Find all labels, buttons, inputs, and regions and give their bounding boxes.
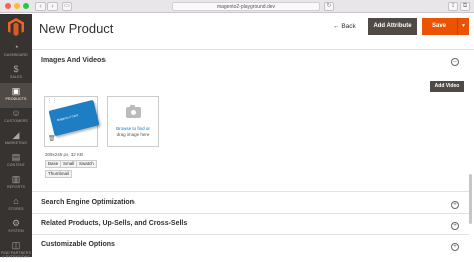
share-icon[interactable]: ⇪ <box>448 2 458 11</box>
drag-handle-icon[interactable]: ⋮⋮ <box>47 98 57 104</box>
sidebar-item-label: PRODUCTS <box>5 97 27 101</box>
section-divider <box>32 191 469 192</box>
browser-toolbar: ‹ › ▭ magento2-playground.dev ↻ ⇪ ⧉ <box>0 0 474 13</box>
save-label: Save <box>432 23 447 29</box>
sidebar-item-label: FIND PARTNERS & EXTENSIONS <box>1 251 31 259</box>
sidebar-toggle-icon[interactable]: ▭ <box>62 2 72 11</box>
sidebar-item-label: CUSTOMERS <box>4 119 28 123</box>
chevron-down-icon[interactable]: ▼ <box>457 18 469 35</box>
expand-icon[interactable]: + <box>451 222 459 230</box>
browse-link[interactable]: Browse to find or <box>108 126 158 131</box>
address-bar[interactable]: magento2-playground.dev <box>172 2 320 11</box>
product-image-thumbnail[interactable]: ⋮⋮ Magento 2 Card 🗑 <box>44 96 100 147</box>
role-tag-base: Base <box>45 160 62 168</box>
tabs-icon[interactable]: ⧉ <box>460 2 470 11</box>
section-divider <box>32 234 469 235</box>
collapse-icon[interactable]: – <box>451 58 459 66</box>
image-uploader-dropzone[interactable]: Browse to find or drag image here <box>107 96 159 147</box>
header-divider <box>32 49 474 50</box>
back-button[interactable]: ← Back <box>333 23 356 30</box>
sidebar-item-label: STORES <box>8 207 24 211</box>
camera-icon <box>126 105 141 118</box>
sidebar-item-label: REPORTS <box>6 185 25 189</box>
image-meta: 309x245 px, 32 KB <box>45 152 84 157</box>
browser-back-icon[interactable]: ‹ <box>35 2 46 11</box>
section-title-seo[interactable]: Search Engine Optimization <box>41 199 134 206</box>
person-icon: ☺ <box>11 108 21 118</box>
role-tag-swatch: Swatch <box>76 160 97 168</box>
layout-icon: ▤ <box>11 152 21 162</box>
sidebar-item-label: MARKETING <box>4 141 28 145</box>
section-divider <box>32 213 469 214</box>
magento-logo-icon[interactable] <box>8 18 24 36</box>
expand-icon[interactable]: + <box>451 243 459 251</box>
sidebar-item-label: DASHBOARD <box>4 53 28 57</box>
cube-icon: ▣ <box>11 86 21 96</box>
sidebar-item-label: SALES <box>9 75 23 79</box>
megaphone-icon: ◢ <box>12 130 20 140</box>
trash-icon[interactable]: 🗑 <box>48 135 56 142</box>
role-tag-thumbnail: Thumbnail <box>45 170 73 178</box>
drag-hint: drag image here <box>116 132 150 137</box>
admin-sidebar: ◔ DASHBOARD $ SALES ▣ PRODUCTS ☺ CUSTOMERS ◢ MARK… <box>0 14 32 259</box>
pencil-icon[interactable]: ✎ <box>102 57 107 64</box>
save-button[interactable]: Save ▼ <box>422 18 469 35</box>
card-caption: Magento 2 Card <box>56 113 79 123</box>
sidebar-item-find[interactable]: ◫ FIND PARTNERS & EXTENSIONS <box>0 237 32 262</box>
arrow-left-icon: ← <box>333 23 340 30</box>
sidebar-item-label: CONTENT <box>6 163 26 167</box>
maximize-window-icon[interactable] <box>23 3 29 9</box>
close-window-icon[interactable] <box>5 3 11 9</box>
dollar-icon: $ <box>13 64 19 74</box>
pencil-icon[interactable]: ✎ <box>131 199 136 206</box>
gear-icon: ⚙ <box>11 218 21 228</box>
sidebar-item-label: SYSTEM <box>8 229 24 233</box>
page-title: New Product <box>39 21 114 36</box>
storefront-icon: ⌂ <box>13 196 19 206</box>
section-title-images[interactable]: Images And Videos <box>41 57 105 64</box>
browser-forward-icon[interactable]: › <box>47 2 58 11</box>
dashboard-icon: ◔ <box>13 42 19 52</box>
card-image: Magento 2 Card <box>48 99 100 137</box>
section-title-related[interactable]: Related Products, Up-Sells, and Cross-Se… <box>41 220 187 227</box>
page-scrollbar[interactable] <box>469 174 472 224</box>
puzzle-icon: ◫ <box>11 240 21 250</box>
section-title-options[interactable]: Customizable Options <box>41 241 115 248</box>
add-attribute-button[interactable]: Add Attribute <box>368 18 417 35</box>
minimize-window-icon[interactable] <box>14 3 20 9</box>
bar-chart-icon: ▥ <box>11 174 21 184</box>
expand-icon[interactable]: + <box>451 201 459 209</box>
back-label: Back <box>341 23 356 30</box>
reload-icon[interactable]: ↻ <box>324 2 334 11</box>
role-tag-small: Small <box>60 160 78 168</box>
add-video-button[interactable]: Add Video <box>430 81 464 92</box>
